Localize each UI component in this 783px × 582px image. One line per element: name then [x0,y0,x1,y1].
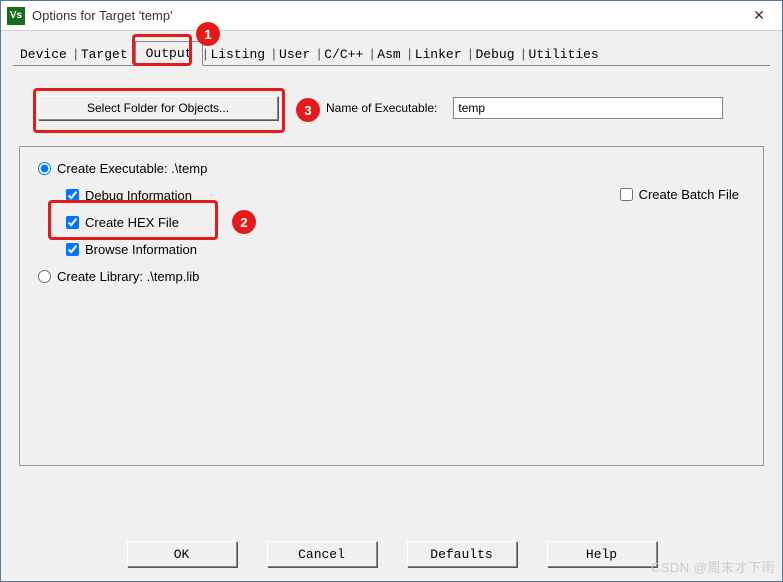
tab-asm[interactable]: Asm [370,44,407,65]
create-executable-label: Create Executable: .\temp [57,161,207,176]
app-icon: Vs [7,7,25,25]
defaults-button[interactable]: Defaults [407,541,517,567]
name-executable-label: Name of Executable: [326,101,437,115]
options-dialog: Vs Options for Target 'temp' ✕ Device Ta… [0,0,783,582]
create-batch-checkbox[interactable] [620,188,633,201]
tab-target[interactable]: Target [74,44,135,65]
help-button[interactable]: Help [547,541,657,567]
create-hex-checkbox[interactable] [66,216,79,229]
debug-info-checkbox[interactable] [66,189,79,202]
tab-user[interactable]: User [272,44,317,65]
dialog-button-row: OK Cancel Defaults Help [1,531,782,581]
debug-info-label: Debug Information [85,188,192,203]
window-title: Options for Target 'temp' [32,8,736,23]
tab-utilities[interactable]: Utilities [522,44,606,65]
create-library-radio[interactable] [38,270,51,283]
tab-device[interactable]: Device [13,44,74,65]
top-row: Select Folder for Objects... Name of Exe… [38,96,770,120]
ok-button[interactable]: OK [127,541,237,567]
close-icon[interactable]: ✕ [736,1,782,31]
create-executable-radio[interactable] [38,162,51,175]
tab-cpp[interactable]: C/C++ [317,44,370,65]
create-hex-label: Create HEX File [85,215,179,230]
create-hex-row[interactable]: Create HEX File [66,215,745,230]
browse-info-checkbox[interactable] [66,243,79,256]
titlebar: Vs Options for Target 'temp' ✕ [1,1,782,31]
create-batch-row[interactable]: Create Batch File [620,187,739,202]
create-library-radio-row[interactable]: Create Library: .\temp.lib [38,269,745,284]
create-batch-label: Create Batch File [639,187,739,202]
browse-info-row[interactable]: Browse Information [66,242,745,257]
tab-strip: Device Target Output Listing User C/C++ … [13,41,770,66]
browse-info-label: Browse Information [85,242,197,257]
create-executable-radio-row[interactable]: Create Executable: .\temp [38,161,745,176]
name-executable-input[interactable] [453,97,723,119]
tab-listing[interactable]: Listing [203,44,272,65]
output-group: Create Executable: .\temp Debug Informat… [19,146,764,466]
tab-linker[interactable]: Linker [408,44,469,65]
cancel-button[interactable]: Cancel [267,541,377,567]
output-panel: Select Folder for Objects... Name of Exe… [13,66,770,523]
tab-output[interactable]: Output [135,41,204,66]
tab-debug[interactable]: Debug [469,44,522,65]
select-folder-button[interactable]: Select Folder for Objects... [38,96,278,120]
create-library-label: Create Library: .\temp.lib [57,269,199,284]
